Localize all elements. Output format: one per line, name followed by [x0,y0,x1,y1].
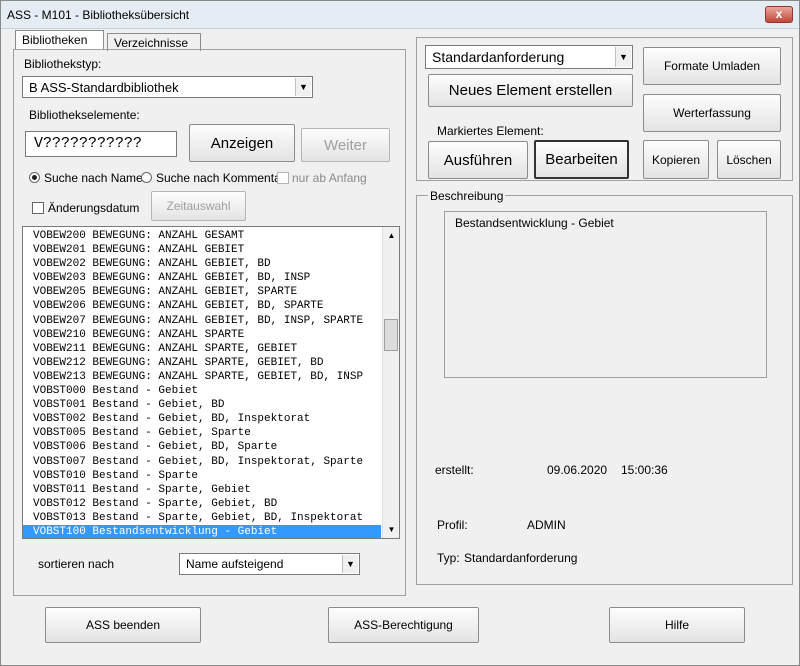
type-label: Typ: [437,551,460,565]
elements-list-rows: VOBEW200 BEWEGUNG: ANZAHL GESAMT VOBEW201… [23,229,381,538]
show-button[interactable]: Anzeigen [189,124,295,162]
list-item[interactable]: VOBST010 Bestand - Sparte [23,469,381,483]
created-date: 09.06.2020 [547,463,608,477]
permission-button[interactable]: ASS-Berechtigung [328,607,479,643]
from-start-checkbox[interactable] [277,172,289,184]
list-item[interactable]: VOBEW200 BEWEGUNG: ANZAHL GESAMT [23,229,381,243]
value-capture-button[interactable]: Werterfassung [643,94,781,132]
time-select-button[interactable]: Zeitauswahl [151,191,246,221]
request-type-select[interactable]: Standardanforderung ▼ [425,45,633,69]
sort-label: sortieren nach [38,557,115,571]
list-item[interactable]: VOBEW206 BEWEGUNG: ANZAHL GEBIET, BD, SP… [23,299,381,313]
next-button[interactable]: Weiter [301,128,390,162]
list-item[interactable]: VOBEW213 BEWEGUNG: ANZAHL SPARTE, GEBIET… [23,370,381,384]
profile-label: Profil: [437,518,468,532]
change-date-label: Änderungsdatum [48,201,140,215]
library-type-select[interactable]: B ASS-Standardbibliothek ▼ [22,76,313,98]
list-item[interactable]: VOBST002 Bestand - Gebiet, BD, Inspektor… [23,412,381,426]
window-title: ASS - M101 - Bibliotheksübersicht [7,8,190,22]
list-item[interactable]: VOBEW202 BEWEGUNG: ANZAHL GEBIET, BD [23,257,381,271]
profile-value: ADMIN [527,518,566,532]
created-time: 15:00:36 [621,463,668,477]
request-type-value: Standardanforderung [432,49,565,65]
list-item[interactable]: VOBEW212 BEWEGUNG: ANZAHL SPARTE, GEBIET… [23,356,381,370]
list-item[interactable]: VOBST000 Bestand - Gebiet [23,384,381,398]
list-item[interactable]: VOBST005 Bestand - Gebiet, Sparte [23,426,381,440]
list-item[interactable]: VOBEW205 BEWEGUNG: ANZAHL GEBIET, SPARTE [23,285,381,299]
search-by-comment-label: Suche nach Kommentar [156,171,285,185]
search-by-name-radio[interactable] [29,172,40,183]
search-by-name-label: Suche nach Name [44,171,143,185]
change-date-checkbox[interactable] [32,202,44,214]
quit-button[interactable]: ASS beenden [45,607,201,643]
list-item[interactable]: VOBEW210 BEWEGUNG: ANZAHL SPARTE [23,328,381,342]
list-item[interactable]: VOBST001 Bestand - Gebiet, BD [23,398,381,412]
elements-list[interactable]: VOBEW200 BEWEGUNG: ANZAHL GESAMT VOBEW201… [22,226,400,539]
close-button[interactable]: x [765,6,793,23]
formats-reload-button[interactable]: Formate Umladen [643,47,781,85]
copy-button[interactable]: Kopieren [643,140,709,179]
list-item[interactable]: VOBEW207 BEWEGUNG: ANZAHL GEBIET, BD, IN… [23,314,381,328]
list-item[interactable]: VOBST013 Bestand - Sparte, Gebiet, BD, I… [23,511,381,525]
chevron-down-icon[interactable]: ▼ [342,555,358,573]
list-item[interactable]: VOBST007 Bestand - Gebiet, BD, Inspektor… [23,455,381,469]
scroll-up-icon[interactable]: ▲ [383,227,399,244]
library-type-label: Bibliothekstyp: [24,57,102,71]
title-bar: ASS - M101 - Bibliotheksübersicht x [1,1,799,29]
list-item[interactable]: VOBST100 Bestandsentwicklung - Gebiet [23,524,381,538]
sort-select[interactable]: Name aufsteigend ▼ [179,553,360,575]
created-label: erstellt: [435,463,474,477]
main-window: ASS - M101 - Bibliotheksübersicht x Bibl… [0,0,800,666]
list-item[interactable]: VOBST006 Bestand - Gebiet, BD, Sparte [23,440,381,454]
search-by-comment-radio[interactable] [141,172,152,183]
list-item[interactable]: VOBEW203 BEWEGUNG: ANZAHL GEBIET, BD, IN… [23,271,381,285]
chevron-down-icon[interactable]: ▼ [295,78,311,96]
list-item[interactable]: VOBST012 Bestand - Sparte, Gebiet, BD [23,497,381,511]
new-element-button[interactable]: Neues Element erstellen [428,74,633,107]
list-item[interactable]: VOBST011 Bestand - Sparte, Gebiet [23,483,381,497]
delete-button[interactable]: Löschen [717,140,781,179]
chevron-down-icon[interactable]: ▼ [615,47,631,67]
edit-button[interactable]: Bearbeiten [534,140,629,179]
help-button[interactable]: Hilfe [609,607,745,643]
marked-element-label: Markiertes Element: [437,124,544,138]
type-value: Standardanforderung [464,551,578,565]
element-search-input[interactable]: V??????????? [25,131,177,157]
library-type-value: B ASS-Standardbibliothek [29,80,179,95]
scroll-down-icon[interactable]: ▼ [383,521,399,538]
execute-button[interactable]: Ausführen [428,141,528,179]
description-legend: Beschreibung [428,189,506,203]
list-scrollbar[interactable]: ▲ ▼ [382,227,399,538]
description-text: Bestandsentwicklung - Gebiet [455,216,614,230]
list-item[interactable]: VOBEW211 BEWEGUNG: ANZAHL SPARTE, GEBIET [23,342,381,356]
sort-value: Name aufsteigend [186,557,284,571]
scroll-thumb[interactable] [384,319,398,351]
from-start-label: nur ab Anfang [292,171,367,185]
list-item[interactable]: VOBEW201 BEWEGUNG: ANZAHL GEBIET [23,243,381,257]
description-box: Bestandsentwicklung - Gebiet [444,211,767,378]
library-elements-label: Bibliothekselemente: [29,108,140,122]
tab-bibliotheken[interactable]: Bibliotheken [15,30,104,50]
